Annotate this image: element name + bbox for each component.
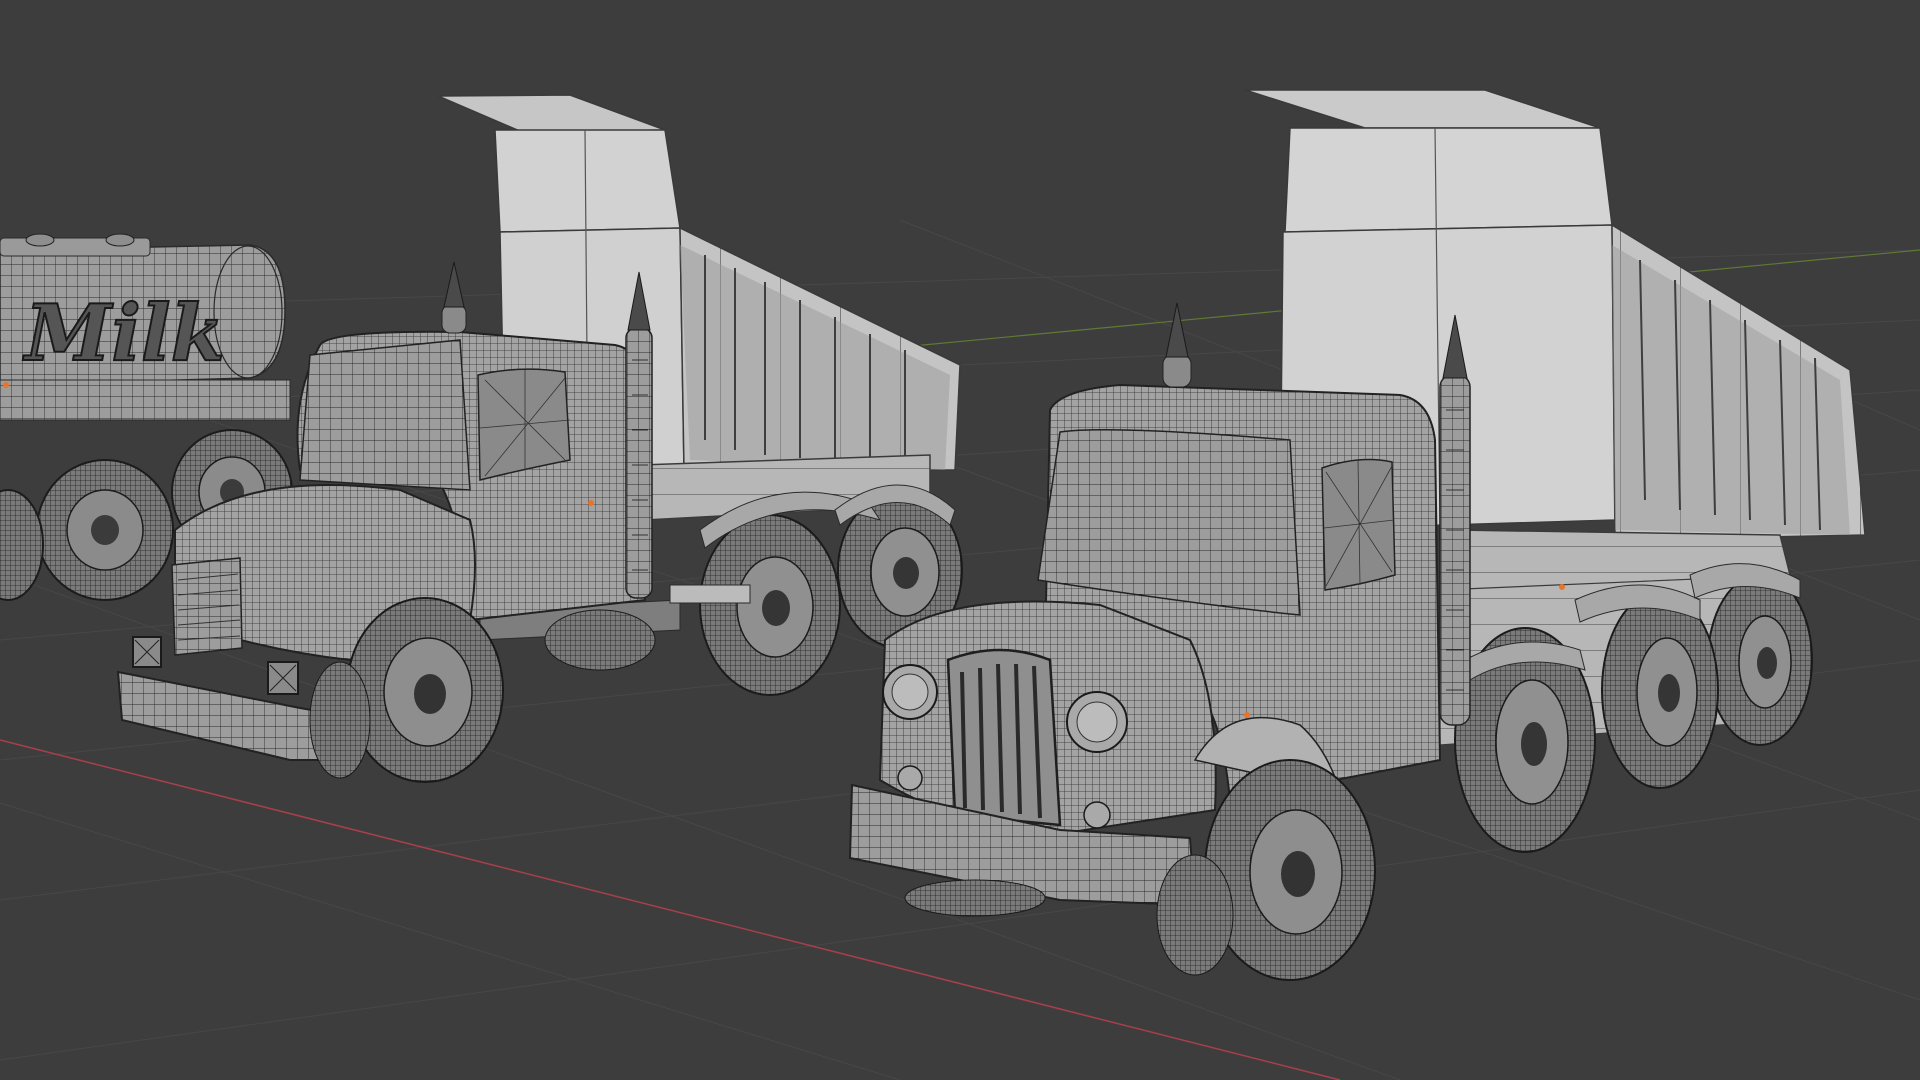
tanker-milk-label: Milk xyxy=(22,288,225,379)
right-rear-wheel xyxy=(1601,591,1719,789)
left-cab-side-window xyxy=(477,368,571,481)
right-exhaust-stack xyxy=(1439,314,1471,726)
tanker-chassis xyxy=(0,379,291,421)
left-grille xyxy=(171,557,243,656)
tanker-origin-dot xyxy=(3,382,9,388)
viewport-scene[interactable]: Milk xyxy=(0,0,1920,1080)
tanker-wheel xyxy=(36,459,174,601)
right-fog-light xyxy=(897,765,923,791)
right-truck-origin-dot xyxy=(1244,712,1250,718)
right-truck-origin-dot xyxy=(1559,584,1565,590)
left-rear-wheel xyxy=(699,514,841,696)
right-fog-light xyxy=(1083,801,1111,829)
left-cab-windshield xyxy=(299,339,471,491)
right-rear-wheel xyxy=(1707,574,1813,746)
left-truck-origin-dot xyxy=(588,500,594,506)
3d-viewport[interactable]: Milk xyxy=(0,0,1920,1080)
left-exhaust-stack xyxy=(625,271,653,599)
